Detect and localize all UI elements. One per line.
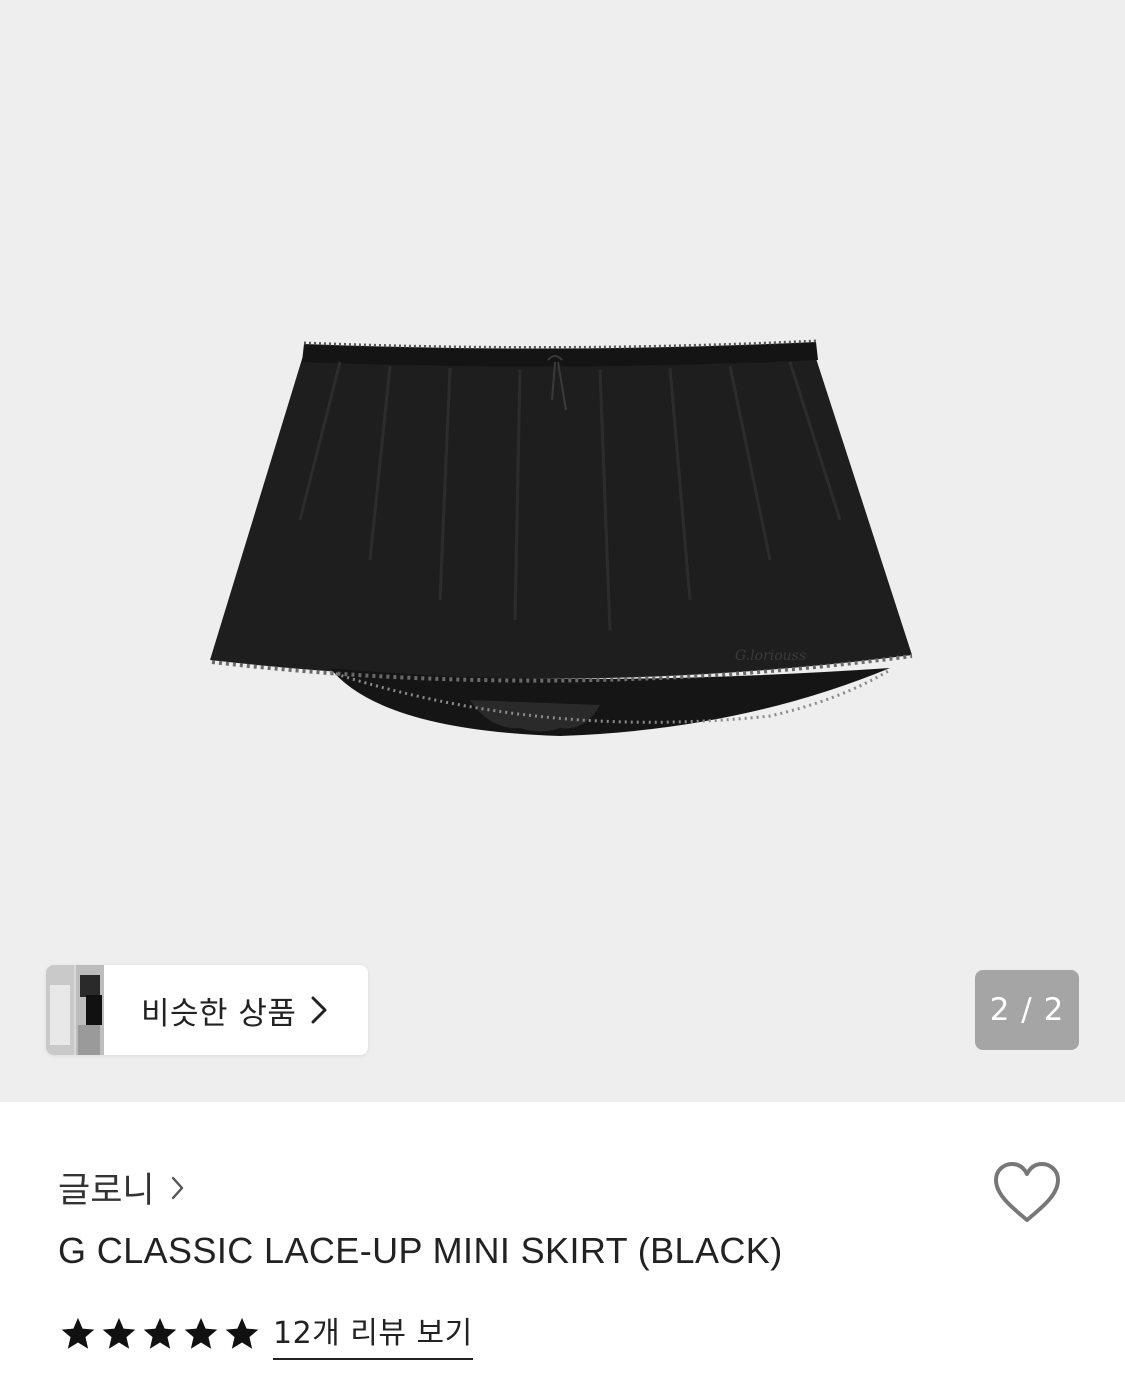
similar-products-label: 비슷한 상품 [141,995,297,1032]
star-filled-icon [184,1317,218,1349]
product-image: G.loriouss [210,339,913,736]
star-filled-icon [61,1317,95,1349]
pager-text: 2 / 2 [989,992,1065,1028]
product-detail-page: G.loriouss 비슷한 상품 2 / 2 글로니 G CLASSIC LA… [0,0,1125,1381]
rating-stars [58,1315,263,1353]
similar-product-thumbnail-icon [46,965,104,1055]
image-pager: 2 / 2 [975,970,1079,1050]
brand-name: 글로니 [58,1171,155,1211]
star-filled-icon [102,1317,136,1349]
svg-text:G.loriouss: G.loriouss [735,648,806,664]
star-filled-icon [143,1317,177,1349]
star-filled-icon [225,1317,259,1349]
similar-products-button[interactable]: 비슷한 상품 [46,965,368,1055]
review-link[interactable]: 12개 리뷰 보기 [273,1308,473,1360]
product-title: G CLASSIC LACE-UP MINI SKIRT (BLACK) [58,1230,783,1271]
brand-link[interactable]: 글로니 [58,1162,185,1213]
chevron-right-icon [171,1176,183,1199]
rating-row: 12개 리뷰 보기 [58,1308,473,1360]
chevron-right-icon [311,996,327,1024]
product-image-gallery[interactable]: G.loriouss 비슷한 상품 2 / 2 [0,0,1125,1102]
heart-outline-icon[interactable] [990,1160,1064,1226]
